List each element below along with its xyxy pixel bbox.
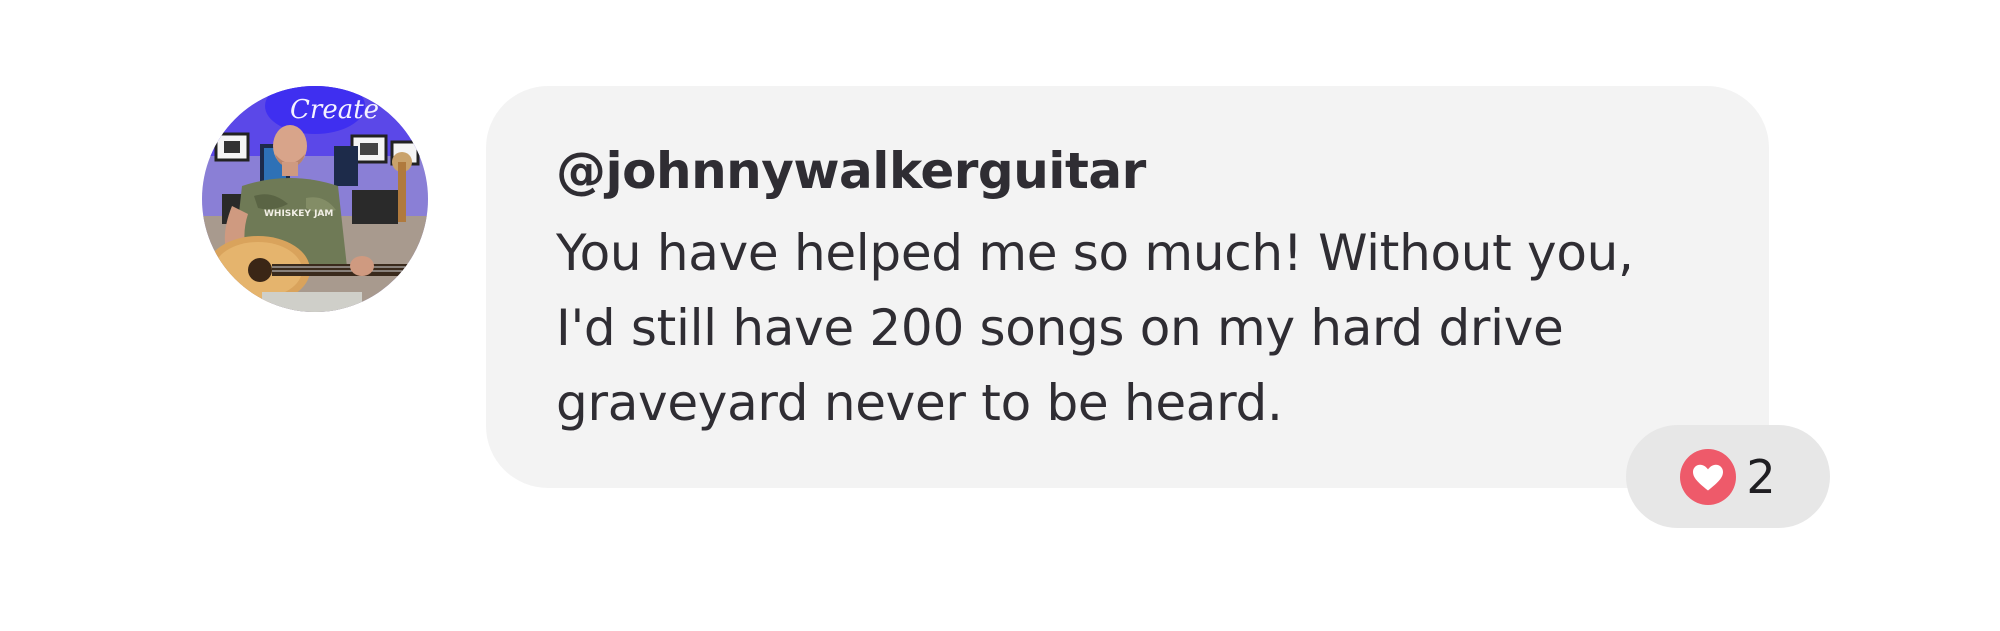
comment-text: You have helped me so much! Without you,… xyxy=(556,224,1634,432)
heart-icon xyxy=(1680,448,1737,505)
comment-username[interactable]: @johnnywalkerguitar xyxy=(556,138,1709,204)
like-reaction-button[interactable]: 2 xyxy=(1626,425,1830,528)
avatar-photo: Create WHISKEY JAM xyxy=(202,86,428,312)
neon-sign-text: Create xyxy=(290,95,379,125)
comment-bubble: @johnnywalkerguitar You have helped me s… xyxy=(486,86,1769,488)
avatar[interactable]: Create WHISKEY JAM xyxy=(202,86,428,312)
shirt-text: WHISKEY JAM xyxy=(264,209,333,219)
reaction-count: 2 xyxy=(1746,449,1776,504)
